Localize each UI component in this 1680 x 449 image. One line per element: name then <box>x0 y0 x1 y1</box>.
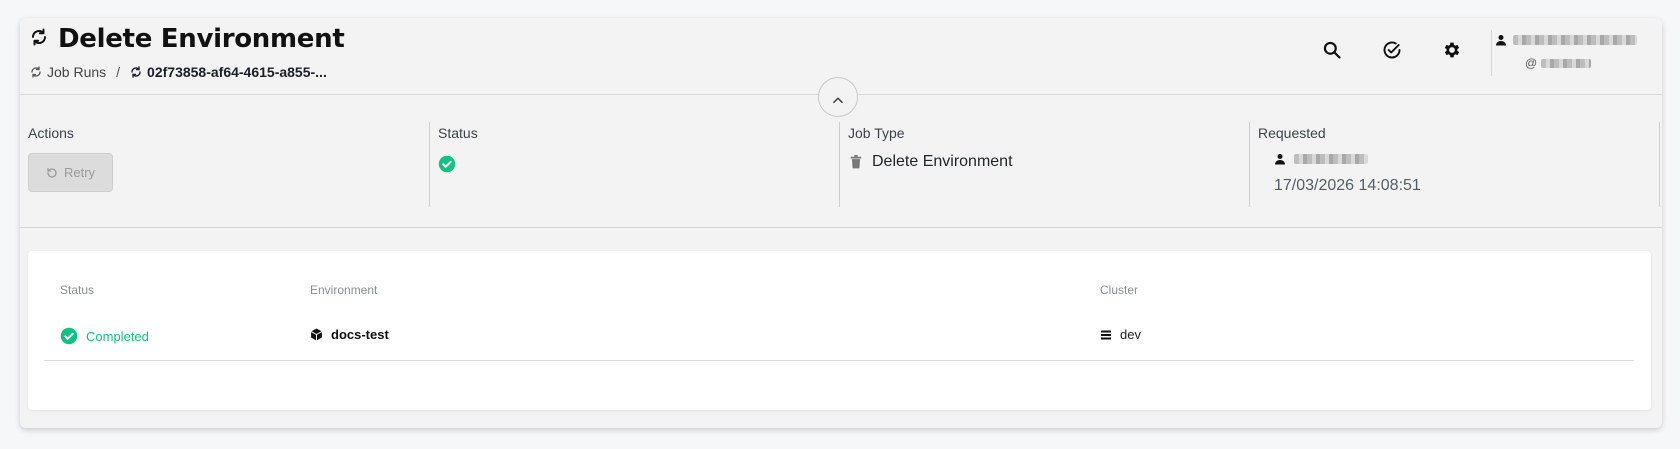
job-type-value-row: Delete Environment <box>848 153 1242 171</box>
status-column: Status <box>430 96 840 227</box>
table-row: Completed docs-test dev <box>44 313 1634 361</box>
requested-by-redacted <box>1294 154 1368 164</box>
requested-column: Requested 17/03/2026 14:08:51 <box>1250 96 1660 227</box>
row-cluster-name: dev <box>1120 327 1141 342</box>
job-run-card: Delete Environment Job Runs / 02f73858-a… <box>20 18 1662 428</box>
header-divider <box>1491 30 1492 76</box>
environments-table-panel: Status Environment Cluster Completed doc… <box>28 251 1651 410</box>
breadcrumb-job-runs[interactable]: Job Runs <box>30 64 106 80</box>
cube-icon <box>310 328 323 341</box>
actions-label: Actions <box>28 125 74 141</box>
user-name-line <box>1495 34 1640 46</box>
gear-icon <box>1444 42 1460 58</box>
breadcrumb-current-label: 02f73858-af64-4615-a855-... <box>147 64 327 80</box>
tasks-button[interactable] <box>1380 38 1404 62</box>
row-status-label: Completed <box>86 328 149 344</box>
collapse-toggle-button[interactable] <box>818 77 858 117</box>
server-icon <box>1101 330 1111 339</box>
search-icon <box>1323 41 1341 59</box>
job-type-column: Job Type Delete Environment <box>840 96 1250 227</box>
sync-icon <box>30 28 48 51</box>
breadcrumb-separator: / <box>116 64 121 80</box>
column-header-cluster: Cluster <box>1100 283 1139 297</box>
handle-prefix: @ <box>1525 56 1538 70</box>
breadcrumb: Job Runs / 02f73858-af64-4615-a855-... <box>30 64 327 80</box>
retry-label: Retry <box>63 165 96 180</box>
check-circle-icon <box>438 155 456 173</box>
column-divider <box>1659 122 1660 207</box>
user-handle-redacted <box>1541 58 1592 68</box>
title-row: Delete Environment <box>30 24 345 54</box>
page-title: Delete Environment <box>58 24 345 54</box>
settings-button[interactable] <box>1440 38 1464 62</box>
user-icon <box>1275 154 1285 165</box>
column-header-status: Status <box>60 283 95 297</box>
sync-icon <box>131 66 141 78</box>
user-icon <box>1496 35 1506 46</box>
header-actions <box>1320 38 1464 62</box>
row-environment[interactable]: docs-test <box>310 327 389 342</box>
user-name-redacted <box>1513 35 1637 45</box>
status-indicator <box>438 155 832 178</box>
retry-button[interactable]: Retry <box>28 153 113 192</box>
retry-icon <box>47 167 57 178</box>
job-type-value: Delete Environment <box>872 153 1013 170</box>
actions-column: Actions Retry <box>20 96 430 227</box>
check-circle-icon <box>1383 41 1401 59</box>
requested-by <box>1274 153 1652 165</box>
column-header-environment: Environment <box>310 283 378 297</box>
job-type-label: Job Type <box>848 125 905 141</box>
breadcrumb-current: 02f73858-af64-4615-a855-... <box>130 64 327 80</box>
chevron-up-icon <box>833 97 843 104</box>
row-cluster: dev <box>1100 327 1141 342</box>
status-label: Status <box>438 125 478 141</box>
row-status: Completed <box>60 327 149 345</box>
user-handle: @ <box>1525 56 1640 70</box>
breadcrumb-parent-label: Job Runs <box>47 64 107 80</box>
sync-icon <box>31 66 41 78</box>
row-environment-name[interactable]: docs-test <box>331 327 389 342</box>
requested-label: Requested <box>1258 125 1326 141</box>
requested-timestamp: 17/03/2026 14:08:51 <box>1274 177 1421 194</box>
trash-icon <box>850 155 862 169</box>
check-circle-icon <box>60 327 78 345</box>
user-menu[interactable]: @ <box>1495 34 1640 70</box>
search-button[interactable] <box>1320 38 1344 62</box>
